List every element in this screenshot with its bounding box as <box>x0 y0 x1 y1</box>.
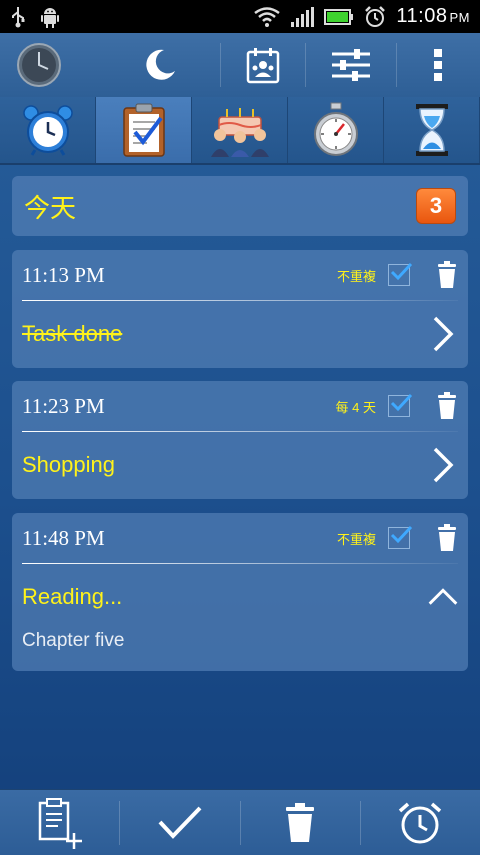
collapse-button[interactable] <box>428 577 458 617</box>
alarm-button[interactable] <box>361 790 480 855</box>
chevron-up-icon <box>428 588 458 605</box>
task-card[interactable]: 11:13 PM 不重複 Task done <box>12 250 468 368</box>
tab-bar <box>0 97 480 165</box>
alarm-clock-icon <box>365 5 386 27</box>
calendar-contacts-button[interactable] <box>221 33 305 97</box>
task-checkbox[interactable] <box>388 393 413 417</box>
task-count-badge: 3 <box>416 188 456 224</box>
today-header[interactable]: 今天 3 <box>12 176 468 236</box>
birthday-tab-icon <box>210 108 269 157</box>
task-time: 11:48 PM <box>22 525 105 550</box>
tasks-tab-icon <box>122 103 165 157</box>
delete-task-icon[interactable] <box>436 392 458 420</box>
night-mode-icon <box>146 49 175 80</box>
check-icon <box>390 393 413 412</box>
tab-alarm[interactable] <box>0 97 96 163</box>
task-repeat: 每 4 天 <box>335 399 376 415</box>
delete-button[interactable] <box>241 790 360 855</box>
task-title: Shopping <box>22 452 115 477</box>
night-mode-button[interactable] <box>100 33 220 97</box>
task-title: Task done <box>22 321 123 346</box>
add-task-icon <box>38 797 82 849</box>
status-bar: 11:08 PM <box>0 0 480 33</box>
app-logo <box>0 33 100 97</box>
timer-tab-icon <box>415 104 448 156</box>
task-title: Reading... <box>22 584 123 609</box>
chevron-right-icon <box>433 316 454 352</box>
alarm-icon <box>399 802 442 843</box>
app-clock-icon <box>17 43 61 87</box>
tab-timer[interactable] <box>384 97 480 163</box>
action-bar <box>0 33 480 97</box>
signal-icon <box>291 6 315 27</box>
battery-icon <box>324 8 354 25</box>
overflow-menu-icon <box>434 49 442 81</box>
section-title: 今天 <box>24 192 77 223</box>
expand-button[interactable] <box>428 445 458 485</box>
mark-done-icon <box>158 806 202 839</box>
settings-button[interactable] <box>306 33 396 97</box>
chevron-right-icon <box>433 447 454 483</box>
calendar-contacts-icon <box>246 48 280 84</box>
tab-birthday[interactable] <box>192 97 288 163</box>
stopwatch-tab-icon <box>313 102 358 156</box>
delete-task-icon[interactable] <box>436 524 458 552</box>
task-card[interactable]: 11:48 PM 不重複 Reading... Chapter five <box>12 513 468 671</box>
expand-button[interactable] <box>428 314 458 354</box>
task-time: 11:13 PM <box>22 262 105 287</box>
delete-icon <box>286 802 315 842</box>
alarm-clock-tab-icon <box>22 105 73 156</box>
task-note: Chapter five <box>22 630 125 651</box>
check-icon <box>390 262 413 281</box>
task-checkbox[interactable] <box>388 525 413 549</box>
task-time: 11:23 PM <box>22 393 105 418</box>
add-task-button[interactable] <box>0 790 119 855</box>
usb-icon <box>12 6 25 27</box>
tab-stopwatch[interactable] <box>288 97 384 163</box>
settings-sliders-icon <box>332 49 370 81</box>
bottom-toolbar <box>0 789 480 855</box>
task-repeat: 不重複 <box>336 531 376 547</box>
task-card[interactable]: 11:23 PM 每 4 天 Shopping <box>12 381 468 499</box>
status-time: 11:08 PM <box>396 5 470 27</box>
task-repeat: 不重複 <box>336 268 376 284</box>
overflow-menu-button[interactable] <box>397 33 479 97</box>
tab-tasks[interactable] <box>96 97 192 163</box>
mark-done-button[interactable] <box>120 790 239 855</box>
delete-task-icon[interactable] <box>436 261 458 289</box>
android-debug-icon <box>41 7 59 28</box>
wifi-icon <box>254 6 281 27</box>
task-checkbox[interactable] <box>388 262 413 286</box>
check-icon <box>390 525 413 544</box>
